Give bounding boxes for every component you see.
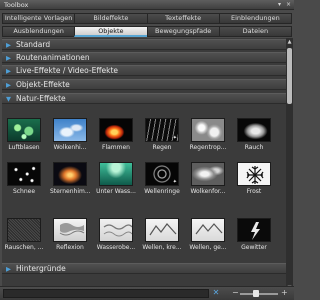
section-natur-effekte[interactable]: ▼ Natur-Effekte <box>2 93 286 104</box>
item-label: Gewitter <box>241 244 267 251</box>
tab-objekte[interactable]: Objekte <box>74 26 147 37</box>
tab-ausblendungen[interactable]: Ausblendungen <box>2 26 75 37</box>
item-label: Sternenhim... <box>50 188 90 195</box>
clear-icon[interactable]: ✕ <box>212 288 220 297</box>
section-live-effekte[interactable]: ▶ Live-Effekte / Video-Effekte <box>2 65 286 76</box>
item-label: Rauch <box>244 144 264 151</box>
noise-thumb[interactable] <box>7 218 41 242</box>
tab-row-2: Ausblendungen Objekte Bewegungspfade Dat… <box>2 26 292 37</box>
starry-sky-thumb[interactable] <box>53 162 87 186</box>
bottom-toolbar: ✕ − + <box>0 286 294 300</box>
section-label: Natur-Effekte <box>16 94 66 103</box>
raindrops-thumb[interactable] <box>191 118 225 142</box>
title-bar: Toolbox ▾ × <box>0 0 294 10</box>
thunderstorm-thumb[interactable] <box>237 218 271 242</box>
item-label: Regen <box>152 144 172 151</box>
waves-circular-thumb[interactable] <box>145 218 179 242</box>
clouds-sky-thumb[interactable] <box>53 118 87 142</box>
item-label: Luftblasen <box>8 144 40 151</box>
tab-texteffekte[interactable]: Texteffekte <box>146 13 219 24</box>
water-pattern-icon <box>103 224 132 237</box>
collapse-arrow-icon: ▼ <box>6 95 11 103</box>
sparkle-icon: ✦ <box>172 135 177 141</box>
tab-bewegungspfade[interactable]: Bewegungspfade <box>146 26 219 37</box>
tab-intelligente-vorlagen[interactable]: Intelligente Vorlagen <box>2 13 75 24</box>
waves-straight-thumb[interactable] <box>191 218 225 242</box>
effects-list-panel: ▶ Standard ▶ Routenanimationen ▶ Live-Ef… <box>2 38 286 300</box>
expand-arrow-icon: ▶ <box>6 54 11 62</box>
tab-row-1: Intelligente Vorlagen Bildeffekte Textef… <box>2 13 292 24</box>
section-label: Live-Effekte / Video-Effekte <box>16 66 119 75</box>
snow-thumb[interactable] <box>7 162 41 186</box>
section-hintergruende[interactable]: ▶ Hintergründe <box>2 263 286 274</box>
item-label: Wolkenhi... <box>53 144 87 151</box>
vertical-scrollbar[interactable]: ▲ ▼ <box>286 38 293 300</box>
zoom-slider-track[interactable] <box>240 293 278 295</box>
wave-rings-thumb[interactable]: ✦ <box>145 162 179 186</box>
section-label: Standard <box>16 40 51 49</box>
water-surface-thumb[interactable] <box>99 218 133 242</box>
search-input[interactable] <box>3 289 209 298</box>
expand-arrow-icon: ▶ <box>6 41 11 49</box>
section-objekt-effekte[interactable]: ▶ Objekt-Effekte <box>2 79 286 90</box>
item-label: Wellenringe <box>144 188 180 195</box>
item-label: Rauschen, ... <box>4 244 44 251</box>
zoom-slider-handle[interactable] <box>253 290 259 297</box>
flames-thumb[interactable] <box>99 118 133 142</box>
zoom-in-button[interactable]: + <box>281 288 288 297</box>
dropdown-menu-icon[interactable]: ▾ <box>276 1 283 8</box>
lightning-icon <box>251 222 260 240</box>
section-label: Objekt-Effekte <box>16 80 70 89</box>
item-label: Wellen, kre... <box>142 244 182 251</box>
expand-arrow-icon: ▶ <box>6 81 11 89</box>
reflection-pattern-icon <box>59 223 85 236</box>
smoke-thumb[interactable] <box>237 118 271 142</box>
section-routenanimationen[interactable]: ▶ Routenanimationen <box>2 52 286 63</box>
item-label: Unter Wass... <box>96 188 136 195</box>
frost-pattern-icon <box>246 166 264 184</box>
item-label: Reflexion <box>56 244 84 251</box>
item-label: Wasserobe... <box>96 244 136 251</box>
item-label: Schnee <box>12 188 36 195</box>
item-label: Regentrop... <box>189 144 227 151</box>
underwater-thumb[interactable] <box>99 162 133 186</box>
wave-pattern-icon <box>149 223 177 236</box>
item-label: Wolkenfor... <box>190 188 226 195</box>
section-label: Hintergründe <box>16 264 66 273</box>
sparkle-icon: ✦ <box>172 179 177 185</box>
air-bubbles-thumb[interactable] <box>7 118 41 142</box>
tab-bildeffekte[interactable]: Bildeffekte <box>74 13 147 24</box>
wave-pattern-icon <box>195 223 223 235</box>
item-label: Wellen, ge... <box>189 244 227 251</box>
frost-thumb[interactable] <box>237 162 271 186</box>
close-icon[interactable]: × <box>285 1 292 8</box>
reflection-thumb[interactable] <box>53 218 87 242</box>
expand-arrow-icon: ▶ <box>6 67 11 75</box>
item-label: Flammen <box>102 144 130 151</box>
tab-einblendungen[interactable]: Einblendungen <box>218 13 292 24</box>
item-label: Frost <box>246 188 262 195</box>
rain-thumb[interactable]: ✦ <box>145 118 179 142</box>
expand-arrow-icon: ▶ <box>6 265 11 273</box>
section-standard[interactable]: ▶ Standard <box>2 39 286 50</box>
zoom-out-button[interactable]: − <box>232 288 239 297</box>
scroll-up-arrow-icon[interactable]: ▲ <box>286 38 293 46</box>
section-label: Routenanimationen <box>16 53 90 62</box>
window-title: Toolbox <box>4 1 29 9</box>
scroll-thumb[interactable] <box>287 48 292 104</box>
cloud-formation-thumb[interactable] <box>191 162 225 186</box>
tab-dateien[interactable]: Dateien <box>218 26 292 37</box>
